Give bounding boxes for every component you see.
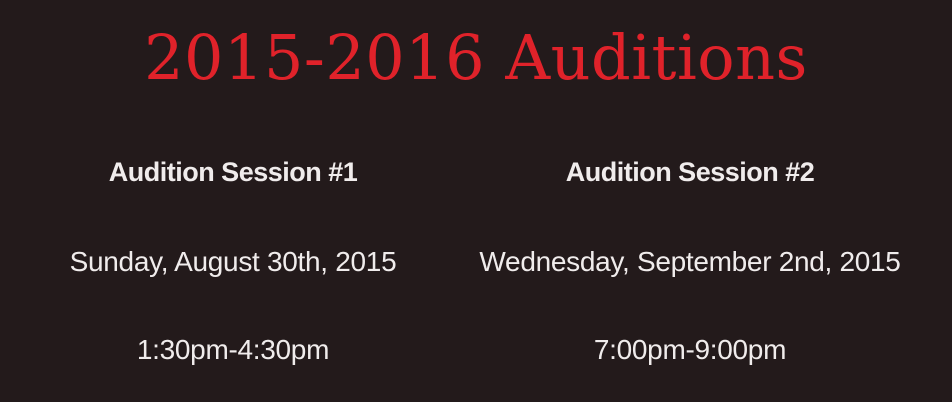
session-date: Sunday, August 30th, 2015: [69, 246, 397, 277]
session-time: 7:00pm-9:00pm: [593, 334, 787, 365]
page-title: 2015-2016 Auditions: [144, 21, 808, 94]
session-heading: Audition Session #1: [108, 157, 358, 187]
session-time: 1:30pm-4:30pm: [136, 334, 330, 365]
session-heading: Audition Session #2: [565, 157, 815, 187]
session-date: Wednesday, September 2nd, 2015: [479, 246, 901, 277]
